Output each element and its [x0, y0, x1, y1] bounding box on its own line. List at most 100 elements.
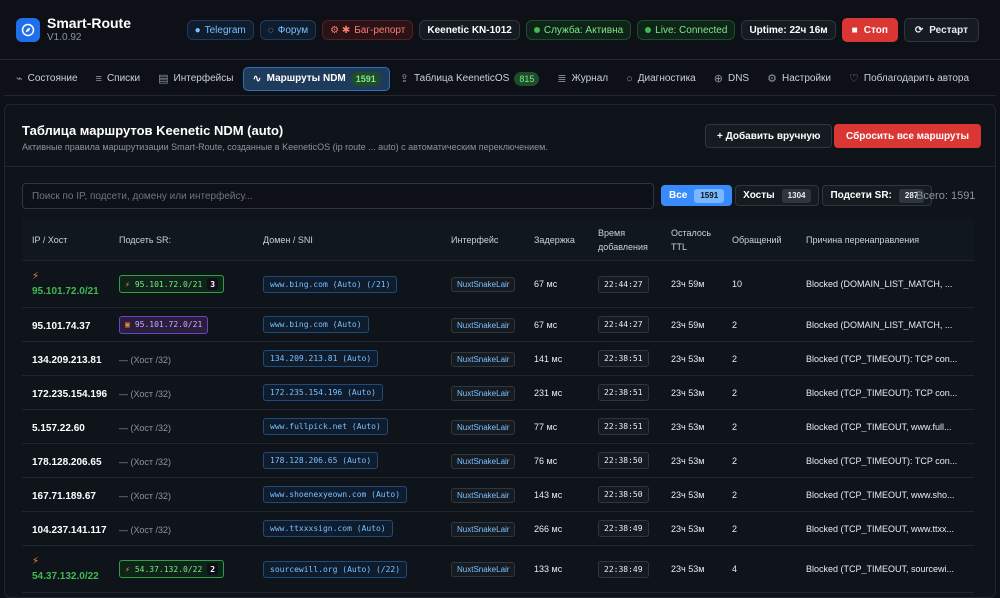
cell-subnet: — (Хост /32)	[119, 454, 263, 468]
ip-address: 54.37.132.0/22	[32, 571, 99, 582]
restart-button[interactable]: ⟳ Рестарт	[903, 18, 979, 42]
domain-tag[interactable]: www.fullpick.net (Auto)	[263, 418, 388, 435]
service-status-badge: Служба: Активна	[525, 20, 632, 40]
reset-routes-button[interactable]: Сбросить все маршруты	[834, 124, 982, 148]
filter-group: Все 1591 Хосты 1304 Подсети SR: 287	[661, 185, 933, 206]
ip-address: 167.71.189.67	[32, 490, 96, 502]
cell-ttl: 23ч 53м	[671, 353, 705, 364]
cell-ttl: 23ч 53м	[671, 387, 705, 398]
table-row[interactable]: 104.237.141.117 — (Хост /32) www.ttxxxsign…	[22, 512, 974, 546]
table-row[interactable]: ⚡ 54.37.132.0/22 ⚡ 54.37.132.0/22 2 sourcewil…	[22, 546, 974, 593]
cell-ip: 104.237.141.117	[22, 522, 119, 536]
cell-reason: Blocked (TCP_TIMEOUT, www.sho...	[806, 489, 955, 500]
subnet-tag[interactable]: ⚡ 54.37.132.0/22 2	[119, 560, 225, 578]
cell-domain: www.bing.com (Auto)	[263, 316, 451, 333]
domain-tag[interactable]: sourcewill.org (Auto) (/22)	[263, 560, 408, 578]
telegram-link[interactable]: ● Telegram	[186, 20, 254, 40]
live-status-badge: Live: Connected	[637, 20, 736, 40]
col-interface[interactable]: Интерфейс	[451, 233, 534, 247]
ip-address: 95.101.74.37	[32, 320, 91, 332]
cell-domain: www.ttxxxsign.com (Auto)	[263, 520, 451, 537]
ip-address: 104.237.141.117	[32, 524, 107, 536]
cell-ttl: 23ч 53м	[671, 421, 705, 432]
cell-interface: NuxtSnakeLair	[451, 521, 534, 537]
table-row[interactable]: 172.235.154.196 — (Хост /32) 172.235.154.1…	[22, 376, 974, 410]
gear-icon: ⚙	[767, 73, 777, 85]
cell-time: 22:38:51	[598, 418, 671, 435]
cell-delay: 67 мс	[534, 279, 558, 289]
domain-tag[interactable]: 172.235.154.196 (Auto)	[263, 384, 383, 401]
cell-time: 22:38:49	[598, 560, 671, 578]
forum-link[interactable]: ◌ Форум	[259, 20, 317, 40]
cell-hits: 2	[732, 319, 738, 330]
ip-address: 178.128.206.65	[32, 456, 102, 468]
domain-tag[interactable]: www.bing.com (Auto) (/21)	[263, 275, 398, 293]
cell-ip: 167.71.189.67	[22, 488, 119, 502]
globe-icon: ⊕	[713, 73, 723, 85]
add-manual-button[interactable]: + Добавить вручную	[705, 124, 833, 148]
app-header: Smart-Route V1.0.92 ● Telegram ◌ Форум ⚙…	[0, 0, 1000, 60]
tab-log[interactable]: ≣ Журнал	[549, 67, 616, 91]
tab-keeneticos-table[interactable]: ⇪ Таблица KeeneticOS 815	[392, 67, 548, 91]
time-tag: 22:38:49	[598, 560, 649, 578]
app-title: Smart-Route	[47, 14, 132, 31]
cell-ip: 172.235.154.196	[22, 386, 119, 400]
cell-hits: 2	[732, 421, 738, 432]
cell-domain: www.shoenexyeown.com (Auto)	[263, 486, 451, 503]
filter-hosts-button[interactable]: Хосты 1304	[735, 185, 820, 206]
col-domain[interactable]: Домен / SNI	[263, 233, 451, 247]
col-time-added[interactable]: Время добавления	[598, 226, 671, 254]
domain-tag[interactable]: www.shoenexyeown.com (Auto)	[263, 486, 408, 503]
col-reason[interactable]: Причина перенаправления	[806, 233, 966, 247]
tab-diagnostics[interactable]: ○ Диагностика	[618, 67, 704, 91]
bug-report-link[interactable]: ⚙ ✱ Баг-репорт	[322, 20, 414, 40]
cell-domain: www.bing.com (Auto) (/21)	[263, 275, 451, 293]
cell-subnet: — (Хост /32)	[119, 522, 263, 536]
col-ttl[interactable]: Осталось TTL	[671, 226, 732, 254]
cell-ttl: 23ч 53м	[671, 489, 705, 500]
cell-ttl: 23ч 59м	[671, 279, 705, 289]
interface-tag: NuxtSnakeLair	[451, 419, 516, 435]
tab-thank-author[interactable]: ♡ Поблагодарить автора	[841, 67, 977, 91]
host-label: — (Хост /32)	[119, 354, 172, 365]
cell-ttl: 23ч 59м	[671, 319, 705, 330]
col-subnet[interactable]: Подсеть SR:	[119, 233, 263, 247]
bolt-icon: ⚡	[32, 271, 40, 282]
tab-dns[interactable]: ⊕ DNS	[706, 67, 757, 91]
subnet-tag[interactable]: ▣ 95.101.72.0/21	[119, 315, 209, 334]
domain-tag[interactable]: 134.209.213.81 (Auto)	[263, 350, 379, 367]
tab-status[interactable]: ⌁ Состояние	[8, 67, 86, 91]
col-ip[interactable]: IP / Хост	[22, 233, 119, 247]
live-dot-icon	[645, 27, 652, 33]
col-hits[interactable]: Обращений	[732, 233, 806, 247]
table-row[interactable]: 134.209.213.81 — (Хост /32) 134.209.213.81…	[22, 342, 974, 376]
interface-tag: NuxtSnakeLair	[451, 562, 516, 577]
domain-tag[interactable]: www.ttxxxsign.com (Auto)	[263, 520, 393, 537]
cell-reason: Blocked (TCP_TIMEOUT, www.full...	[806, 421, 952, 432]
table-row[interactable]: 167.71.189.67 — (Хост /32) www.shoenexyeow…	[22, 478, 974, 512]
bolt-icon: ⚡	[32, 556, 40, 567]
subnet-tag[interactable]: ⚡ 95.101.72.0/21 3	[119, 275, 225, 293]
search-input[interactable]	[22, 183, 654, 209]
tab-interfaces[interactable]: ▤ Интерфейсы	[150, 67, 241, 91]
table-row[interactable]: 95.101.74.37 ▣ 95.101.72.0/21 www.bing.com …	[22, 308, 974, 342]
tab-lists[interactable]: ≡ Списки	[88, 67, 149, 91]
cell-subnet: — (Хост /32)	[119, 420, 263, 434]
table-row[interactable]: 178.128.206.65 — (Хост /32) 178.128.206.65…	[22, 444, 974, 478]
filter-all-button[interactable]: Все 1591	[661, 185, 733, 206]
host-label: — (Хост /32)	[119, 388, 172, 399]
host-label: — (Хост /32)	[119, 490, 172, 501]
cell-interface: NuxtSnakeLair	[451, 351, 534, 367]
table-row[interactable]: 5.157.22.60 — (Хост /32) www.fullpick.net …	[22, 410, 974, 444]
cell-interface: NuxtSnakeLair	[451, 453, 534, 469]
col-delay[interactable]: Задержка	[534, 233, 598, 247]
tab-settings[interactable]: ⚙ Настройки	[759, 67, 839, 91]
domain-tag[interactable]: www.bing.com (Auto)	[263, 316, 369, 333]
stop-button[interactable]: ■ Стоп	[841, 18, 898, 42]
interface-tag: NuxtSnakeLair	[451, 385, 516, 401]
cell-interface: NuxtSnakeLair	[451, 385, 534, 401]
cell-reason: Blocked (DOMAIN_LIST_MATCH, ...	[806, 319, 953, 330]
tab-ndm-routes[interactable]: ∿ Маршруты NDM 1591	[243, 66, 390, 91]
table-row[interactable]: ⚡ 95.101.72.0/21 ⚡ 95.101.72.0/21 3 www.bing.…	[22, 261, 974, 308]
domain-tag[interactable]: 178.128.206.65 (Auto)	[263, 452, 379, 469]
